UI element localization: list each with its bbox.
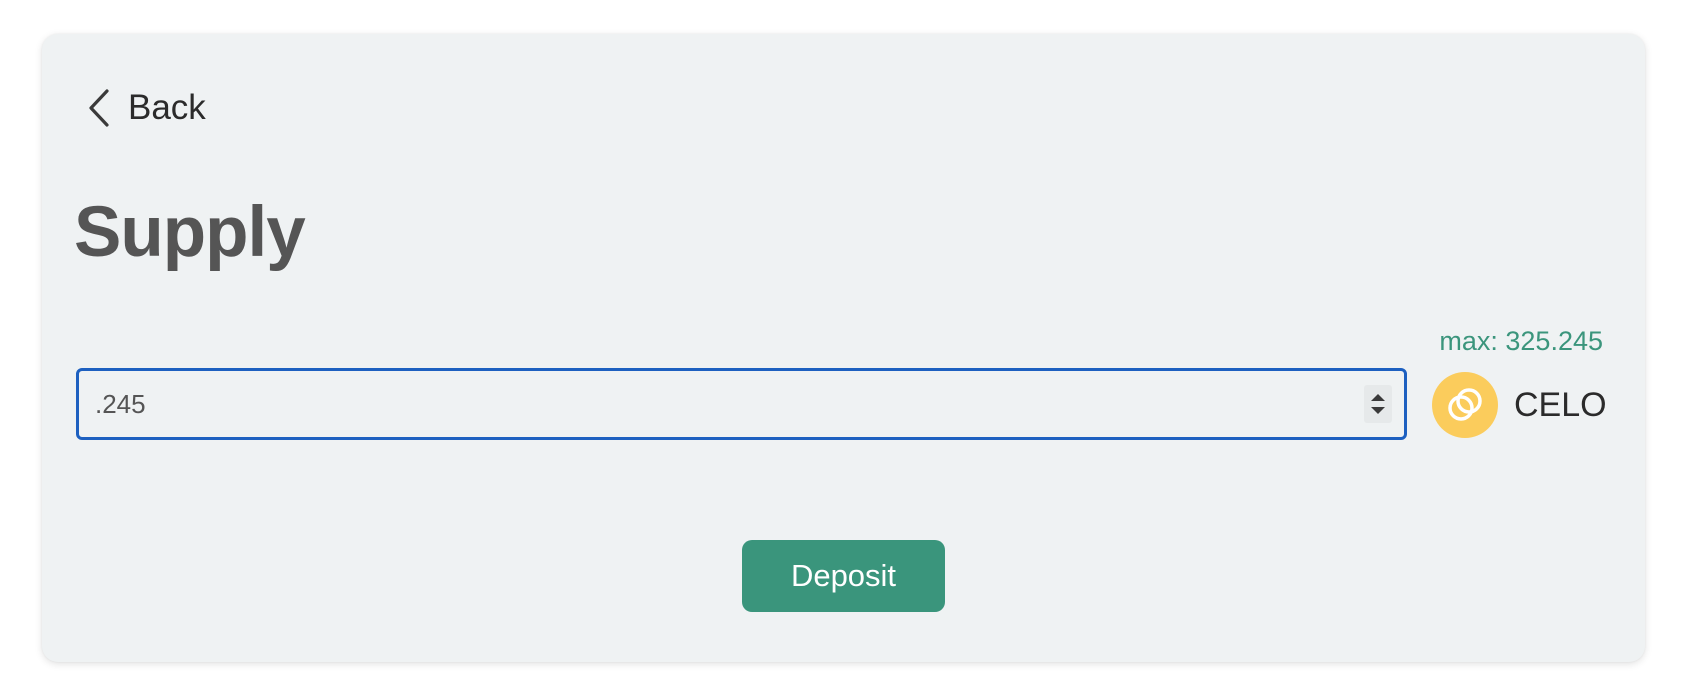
chevron-left-icon — [88, 88, 110, 128]
token-selector: CELO — [1432, 372, 1607, 438]
amount-input[interactable] — [95, 371, 1335, 437]
deposit-button[interactable]: Deposit — [742, 540, 945, 612]
back-button[interactable]: Back — [88, 88, 206, 128]
celo-logo-icon — [1432, 372, 1498, 438]
page-title: Supply — [74, 193, 306, 272]
stepper-arrows-icon[interactable] — [1364, 385, 1392, 423]
back-label: Back — [128, 88, 206, 127]
max-amount-link[interactable]: max: 325.245 — [1439, 326, 1603, 357]
supply-card: Back Supply max: 325.245 CELO Deposit — [42, 34, 1645, 662]
amount-field[interactable] — [76, 368, 1407, 440]
token-symbol: CELO — [1514, 385, 1607, 424]
